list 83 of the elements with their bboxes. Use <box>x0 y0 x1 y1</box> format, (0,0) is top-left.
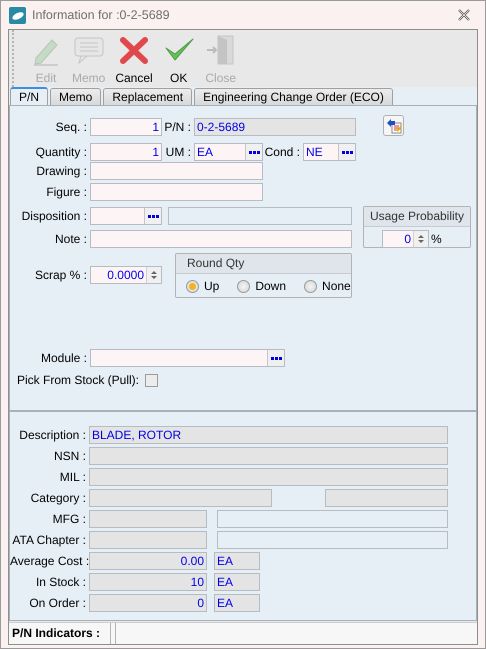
cancel-button[interactable]: Cancel <box>113 30 155 85</box>
field-label: MFG : <box>52 512 86 526</box>
input-field[interactable]: 0.0000 <box>90 266 162 284</box>
radio-label: Up <box>204 279 220 293</box>
input-field[interactable] <box>90 207 162 225</box>
ellipsis-icon <box>148 214 158 218</box>
input-field[interactable]: 1 <box>90 143 162 161</box>
ok-button[interactable]: OK <box>160 30 197 85</box>
close-icon <box>457 8 471 22</box>
lookup-button[interactable] <box>338 144 355 160</box>
radio-button[interactable] <box>186 280 199 292</box>
close-button[interactable] <box>457 8 471 22</box>
input-field[interactable] <box>89 489 272 507</box>
spinner-icon[interactable] <box>413 231 428 247</box>
input-field[interactable] <box>90 230 352 248</box>
field-label: MIL : <box>58 470 86 484</box>
group-title: Round Qty <box>176 254 351 274</box>
input-field[interactable] <box>89 447 448 465</box>
unit-label: % <box>431 232 442 246</box>
tab[interactable]: Memo <box>50 88 102 105</box>
field-label: Category : <box>30 491 86 505</box>
field-label: Module : <box>40 351 87 365</box>
window-title: Information for :0-2-5689 <box>32 8 171 22</box>
app-icon <box>9 6 26 24</box>
field-label: In Stock : <box>34 575 86 589</box>
input-field[interactable] <box>90 183 263 201</box>
tab[interactable]: P/N <box>10 87 48 105</box>
input-field[interactable]: 1 <box>90 118 162 136</box>
tab[interactable]: Engineering Change Order (ECO) <box>194 88 393 105</box>
field-label: Disposition : <box>20 209 87 223</box>
lookup-button[interactable] <box>144 208 161 224</box>
input-field[interactable] <box>90 349 285 367</box>
radio-label: Down <box>255 279 286 293</box>
input-field[interactable] <box>217 531 448 549</box>
export-button[interactable] <box>383 115 404 136</box>
field-label: NSN : <box>52 449 86 463</box>
group-title: Usage Probability <box>364 207 470 227</box>
input-field[interactable] <box>89 468 448 486</box>
input-field[interactable]: 0 <box>382 230 429 248</box>
input-field[interactable]: 0-2-5689 <box>194 118 356 136</box>
input-field[interactable] <box>89 510 207 528</box>
lookup-button[interactable] <box>245 144 262 160</box>
input-field[interactable]: 10 <box>89 573 207 591</box>
input-field[interactable]: NE <box>303 143 356 161</box>
status-label: P/N Indicators : <box>9 623 111 644</box>
input-field[interactable]: 0.00 <box>89 552 207 570</box>
field-label: Figure : <box>45 185 87 199</box>
field-label: Seq. : <box>54 120 87 134</box>
input-field[interactable]: BLADE, ROTOR <box>89 426 448 444</box>
input-field[interactable] <box>89 531 207 549</box>
spinner-icon[interactable] <box>146 267 161 283</box>
input-field[interactable]: EA <box>214 594 260 612</box>
field-label: UM : <box>164 145 191 159</box>
input-field[interactable]: EA <box>214 573 260 591</box>
field-label: Description : <box>18 428 86 442</box>
field-label: P/N : <box>163 120 191 134</box>
checkbox-label: Pick From Stock (Pull): <box>17 373 140 387</box>
input-field[interactable] <box>168 207 352 225</box>
field-label: On Order : <box>28 596 86 610</box>
input-field[interactable]: EA <box>214 552 260 570</box>
input-field[interactable] <box>217 510 448 528</box>
radio-label: None <box>322 279 351 293</box>
lookup-button[interactable] <box>267 350 284 366</box>
field-label: Average Cost : <box>10 554 86 568</box>
field-label: Drawing : <box>35 164 87 178</box>
document-arrow-icon <box>386 118 402 134</box>
input-field[interactable] <box>90 162 263 180</box>
radio-button[interactable] <box>237 280 250 292</box>
input-field[interactable]: 0 <box>89 594 207 612</box>
cross-icon <box>118 34 150 66</box>
input-field[interactable] <box>325 489 448 507</box>
tab[interactable]: Replacement <box>103 88 192 105</box>
ellipsis-icon <box>342 150 352 154</box>
checkbox[interactable] <box>145 374 158 386</box>
field-label: ATA Chapter : <box>11 533 86 547</box>
radio-button[interactable] <box>304 280 318 292</box>
ellipsis-icon <box>270 356 282 360</box>
input-field[interactable]: EA <box>194 143 263 161</box>
field-label: Cond : <box>264 145 300 159</box>
field-label: Note : <box>54 232 87 246</box>
field-label: Scrap % : <box>34 268 87 282</box>
ellipsis-icon <box>248 150 260 154</box>
field-label: Quantity : <box>34 145 87 159</box>
